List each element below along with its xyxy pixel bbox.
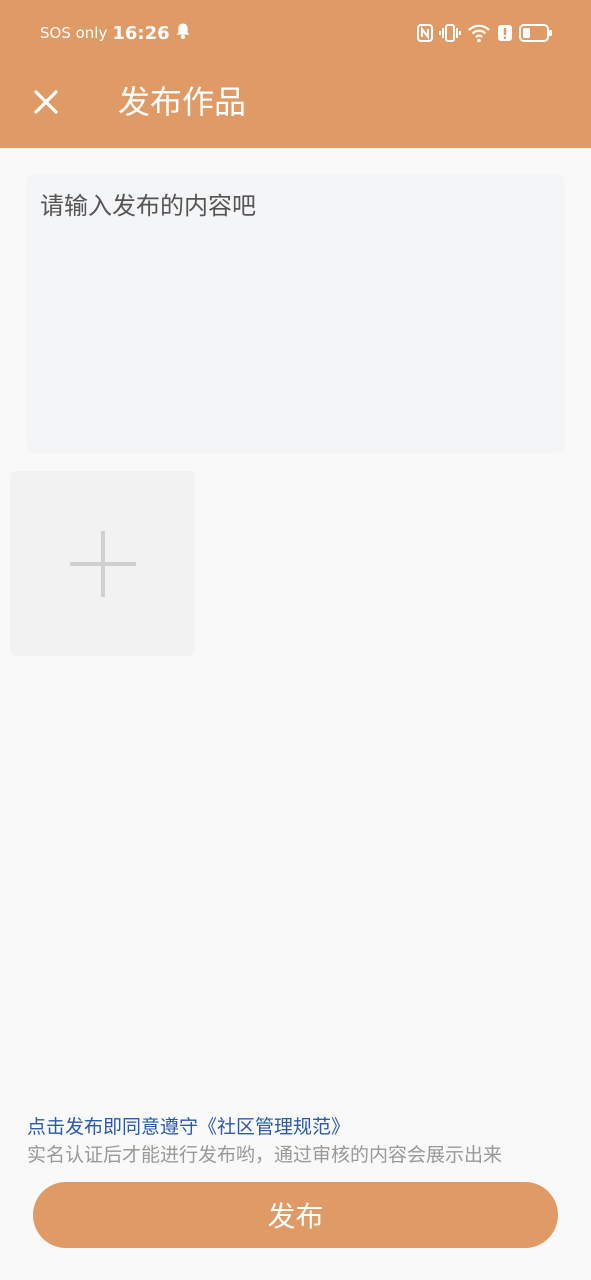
close-icon: [34, 90, 58, 114]
app-header: SOS only 16:26 发布作品: [0, 0, 591, 148]
alert-icon: [497, 24, 513, 42]
verification-notice: 实名认证后才能进行发布哟，通过审核的内容会展示出来: [27, 1144, 503, 1166]
carrier-text: SOS only: [40, 24, 108, 42]
bell-icon: [175, 22, 191, 44]
status-right: [417, 20, 553, 46]
clock-text: 16:26: [112, 22, 170, 44]
wifi-icon: [467, 23, 491, 43]
content-input[interactable]: [40, 190, 551, 437]
page-title: 发布作品: [118, 83, 247, 121]
community-rules-link[interactable]: 点击发布即同意遵守《社区管理规范》: [27, 1114, 350, 1140]
publish-button[interactable]: 发布: [33, 1182, 558, 1248]
status-left: SOS only 16:26: [40, 20, 191, 46]
status-bar: SOS only 16:26: [0, 0, 591, 66]
battery-icon: [519, 24, 553, 42]
close-button[interactable]: [26, 80, 66, 124]
content-editor[interactable]: [26, 174, 565, 453]
nfc-icon: [417, 24, 433, 42]
add-media-button[interactable]: [10, 471, 195, 656]
vibrate-icon: [439, 23, 461, 43]
plus-icon: [69, 530, 136, 597]
